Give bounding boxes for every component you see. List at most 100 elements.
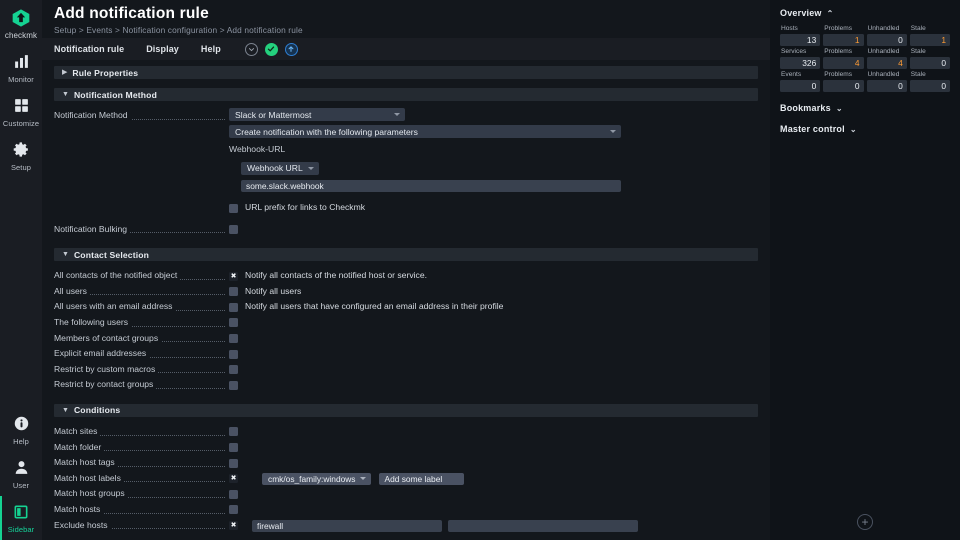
main-navigation-rail: checkmk Monitor Customize	[0, 0, 42, 540]
overview-stat-cell[interactable]: 326	[780, 57, 820, 69]
section-header-notification-method[interactable]: ▼ Notification Method	[54, 88, 758, 101]
menu-item-display[interactable]: Display	[146, 44, 190, 54]
bar-chart-icon	[13, 51, 30, 72]
sidebar-item-user[interactable]: User	[0, 450, 42, 494]
host-label-chip[interactable]: cmk/os_family:windows	[262, 473, 371, 485]
notification-method-select[interactable]: Slack or Mattermost	[229, 108, 405, 121]
overview-stat-cell[interactable]: 1	[823, 34, 863, 46]
contact-selection-row: All usersNotify all users	[54, 284, 770, 300]
condition-checkbox[interactable]	[229, 443, 238, 452]
add-snapin-button[interactable]: +	[857, 514, 873, 530]
menu-item-help[interactable]: Help	[201, 44, 232, 54]
sidebar-item-help-label: Help	[13, 437, 29, 446]
section-title-contact-selection: Contact Selection	[74, 250, 149, 260]
snapin-header-overview[interactable]: Overview ⌃	[780, 8, 950, 18]
section-header-conditions[interactable]: ▼ Conditions	[54, 404, 758, 417]
condition-checkbox[interactable]	[229, 505, 238, 514]
overview-stat-cell[interactable]: 0	[910, 80, 950, 92]
overview-stat-cell[interactable]: 13	[780, 34, 820, 46]
row-label: Match host groups	[54, 486, 229, 502]
row-control: Notify all users that have configured an…	[229, 299, 770, 315]
row-notification-method: Notification Method Slack or Mattermost …	[54, 108, 770, 216]
row-control: Notify all contacts of the notified host…	[229, 268, 770, 284]
overview-column-header: Problems	[823, 48, 863, 55]
condition-checkbox[interactable]	[229, 521, 238, 530]
sidebar-item-setup[interactable]: Setup	[0, 132, 42, 176]
overview-column-header: Services	[780, 48, 820, 55]
webhook-kind-select[interactable]: Webhook URL	[241, 162, 319, 175]
webhook-url-input[interactable]: some.slack.webhook	[241, 180, 621, 192]
section-caret-expanded-icon: ▼	[62, 407, 69, 414]
row-label-text: Restrict by contact groups	[54, 379, 156, 389]
sidebar-item-customize-label: Customize	[3, 119, 39, 128]
contact-selection-row: All users with an email addressNotify al…	[54, 299, 770, 315]
sidebar-toggle-button[interactable]: Sidebar	[0, 494, 42, 540]
overview-stat-cell[interactable]: 0	[867, 34, 907, 46]
notification-bulking-checkbox[interactable]	[229, 225, 238, 234]
row-label-notification-bulking: Notification Bulking	[54, 222, 229, 238]
overview-column-header: Stale	[910, 71, 950, 78]
notification-method-stack: Slack or Mattermost Create notification …	[229, 108, 621, 216]
upload-arrow-circle-icon[interactable]	[285, 43, 298, 56]
section-header-rule-properties[interactable]: ▶ Rule Properties	[54, 66, 758, 79]
exclude-hosts-input-2[interactable]	[448, 520, 638, 532]
webhook-kind-wrapper: Webhook URL	[241, 158, 621, 176]
contact-selection-checkbox[interactable]	[229, 365, 238, 374]
contact-selection-row: All contacts of the notified objectNotif…	[54, 268, 770, 284]
contact-selection-checkbox[interactable]	[229, 318, 238, 327]
sidebar-item-setup-label: Setup	[11, 163, 31, 172]
condition-checkbox[interactable]	[229, 427, 238, 436]
contact-selection-checkbox[interactable]	[229, 381, 238, 390]
row-control: Notify all users	[229, 284, 770, 300]
condition-checkbox[interactable]	[229, 474, 238, 483]
save-check-circle-icon[interactable]	[265, 43, 278, 56]
overview-column-header: Unhandled	[867, 25, 907, 32]
snapin-header-master-control[interactable]: Master control ⌄	[780, 124, 950, 134]
contact-selection-checkbox[interactable]	[229, 287, 238, 296]
contact-selection-checkbox[interactable]	[229, 272, 238, 281]
contact-selection-checkbox[interactable]	[229, 334, 238, 343]
row-label: Match hosts	[54, 502, 229, 518]
section-caret-expanded-icon: ▼	[62, 91, 69, 98]
overview-stat-cell[interactable]: 0	[867, 80, 907, 92]
overview-column-header: Problems	[823, 71, 863, 78]
checkmk-logo-label: checkmk	[5, 31, 37, 40]
row-label: Explicit email addresses	[54, 346, 229, 362]
checkmk-logo-button[interactable]: checkmk	[0, 0, 42, 44]
snapin-title-master-control: Master control	[780, 124, 845, 134]
exclude-hosts-input-1[interactable]: firewall	[252, 520, 442, 532]
notification-parameters-select[interactable]: Create notification with the following p…	[229, 125, 621, 138]
sidebar-item-customize[interactable]: Customize	[0, 88, 42, 132]
condition-checkbox[interactable]	[229, 459, 238, 468]
overview-stat-cell[interactable]: 1	[910, 34, 950, 46]
right-sidebar: Overview ⌃ HostsProblemsUnhandledStale13…	[770, 0, 960, 540]
overview-stat-cell[interactable]: 0	[780, 80, 820, 92]
row-control	[229, 440, 770, 453]
row-label-text: Match host tags	[54, 457, 118, 467]
section-title-rule-properties: Rule Properties	[72, 68, 138, 78]
chevron-down-icon: ⌄	[836, 104, 843, 113]
snapin-header-bookmarks[interactable]: Bookmarks ⌄	[780, 103, 950, 113]
overview-stat-cell[interactable]: 0	[910, 57, 950, 69]
condition-checkbox[interactable]	[229, 490, 238, 499]
contact-selection-rows: All contacts of the notified objectNotif…	[42, 261, 770, 393]
menu-item-notification-rule[interactable]: Notification rule	[54, 44, 135, 54]
row-label-notification-method: Notification Method	[54, 108, 229, 124]
section-header-contact-selection[interactable]: ▼ Contact Selection	[54, 248, 758, 261]
url-prefix-checkbox[interactable]	[229, 204, 238, 213]
sidebar-item-help[interactable]: Help	[0, 406, 42, 450]
row-label-text: Members of contact groups	[54, 333, 161, 343]
overview-stat-cell[interactable]: 0	[823, 80, 863, 92]
row-label: Match host labels	[54, 471, 229, 487]
row-control	[229, 455, 770, 468]
sidebar-item-monitor[interactable]: Monitor	[0, 44, 42, 88]
overview-stat-cell[interactable]: 4	[823, 57, 863, 69]
sidebar-toggle-label: Sidebar	[8, 525, 35, 534]
contact-selection-checkbox[interactable]	[229, 350, 238, 359]
add-label-button[interactable]: Add some label	[379, 473, 465, 485]
chevron-down-circle-icon[interactable]	[245, 43, 258, 56]
contact-selection-row: Restrict by contact groups	[54, 377, 770, 393]
contact-selection-checkbox[interactable]	[229, 303, 238, 312]
overview-stat-cell[interactable]: 4	[867, 57, 907, 69]
main-content-area: Add notification rule Setup > Events > N…	[42, 0, 960, 540]
